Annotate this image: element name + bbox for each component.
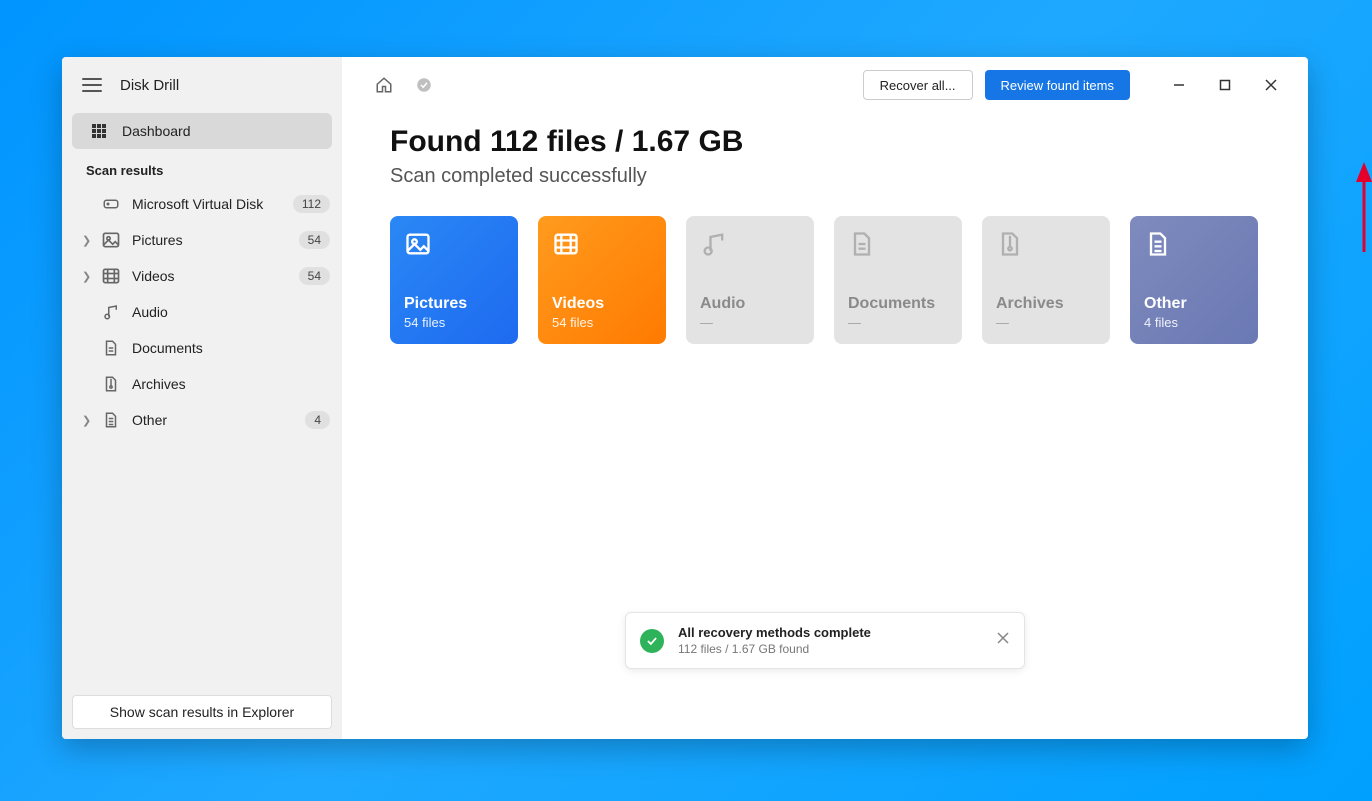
review-found-items-button[interactable]: Review found items (985, 70, 1130, 100)
chevron-right-icon: ❯ (82, 270, 94, 283)
tile-audio[interactable]: Audio — (686, 216, 814, 344)
archive-icon (996, 230, 1096, 260)
count-badge: 112 (293, 195, 330, 213)
sidebar-item-archive[interactable]: Archives (62, 366, 342, 402)
tile-subtitle: — (848, 315, 948, 330)
count-badge: 4 (305, 411, 330, 429)
tile-subtitle: 4 files (1144, 315, 1244, 330)
close-button[interactable] (1248, 70, 1294, 100)
success-check-icon (640, 629, 664, 653)
document-icon (100, 339, 122, 357)
main-area: Recover all... Review found items Found … (342, 57, 1308, 739)
tile-title: Pictures (404, 295, 504, 313)
scan-results-list: Microsoft Virtual Disk112❯Pictures54❯Vid… (62, 186, 342, 438)
annotation-arrow (1352, 162, 1372, 262)
tile-subtitle: — (996, 315, 1096, 330)
count-badge: 54 (299, 231, 330, 249)
toolbar: Recover all... Review found items (342, 57, 1308, 113)
show-in-explorer-button[interactable]: Show scan results in Explorer (72, 695, 332, 729)
home-icon[interactable] (370, 71, 398, 99)
sidebar-section-label: Scan results (62, 149, 342, 186)
minimize-button[interactable] (1156, 70, 1202, 100)
recover-all-button[interactable]: Recover all... (863, 70, 973, 100)
toast-notification: All recovery methods complete 112 files … (625, 612, 1025, 669)
tile-subtitle: 54 files (404, 315, 504, 330)
other-icon (100, 411, 122, 429)
other-icon (1144, 230, 1244, 260)
archive-icon (100, 375, 122, 393)
tile-picture[interactable]: Pictures 54 files (390, 216, 518, 344)
picture-icon (404, 230, 504, 260)
window-controls (1156, 70, 1294, 100)
tile-archive[interactable]: Archives — (982, 216, 1110, 344)
picture-icon (100, 230, 122, 250)
app-title: Disk Drill (120, 77, 179, 94)
count-badge: 54 (299, 267, 330, 285)
tile-title: Archives (996, 295, 1096, 313)
sidebar-item-label: Documents (132, 340, 330, 356)
sidebar-header: Disk Drill (62, 57, 342, 113)
sidebar-item-video[interactable]: ❯ Videos54 (62, 258, 342, 294)
category-tiles: Pictures54 filesVideos54 filesAudio—Docu… (390, 216, 1260, 344)
headline: Found 112 files / 1.67 GB (390, 125, 1260, 159)
sidebar-item-label: Audio (132, 304, 330, 320)
nav-dashboard[interactable]: Dashboard (72, 113, 332, 149)
maximize-button[interactable] (1202, 70, 1248, 100)
tile-title: Other (1144, 295, 1244, 313)
tile-title: Videos (552, 295, 652, 313)
tile-subtitle: — (700, 315, 800, 330)
sidebar: Disk Drill Dashboard Scan results Micros… (62, 57, 342, 739)
document-icon (848, 230, 948, 260)
sidebar-item-other[interactable]: ❯ Other4 (62, 402, 342, 438)
tile-title: Documents (848, 295, 948, 313)
toast-body: All recovery methods complete 112 files … (678, 625, 982, 656)
audio-icon (700, 230, 800, 260)
sidebar-item-picture[interactable]: ❯ Pictures54 (62, 222, 342, 258)
sidebar-item-disk[interactable]: Microsoft Virtual Disk112 (62, 186, 342, 222)
subline: Scan completed successfully (390, 165, 1260, 188)
grid-icon (88, 123, 110, 139)
toast-title: All recovery methods complete (678, 625, 982, 640)
content: Found 112 files / 1.67 GB Scan completed… (342, 113, 1308, 356)
toast-close-icon[interactable] (996, 631, 1010, 650)
chevron-right-icon: ❯ (82, 414, 94, 427)
disk-icon (100, 195, 122, 213)
video-icon (552, 230, 652, 260)
sidebar-item-label: Pictures (132, 232, 299, 248)
sidebar-item-label: Videos (132, 268, 299, 284)
tile-subtitle: 54 files (552, 315, 652, 330)
sidebar-item-document[interactable]: Documents (62, 330, 342, 366)
app-window: Disk Drill Dashboard Scan results Micros… (62, 57, 1308, 739)
sidebar-item-label: Other (132, 412, 305, 428)
tile-title: Audio (700, 295, 800, 313)
sidebar-footer: Show scan results in Explorer (62, 685, 342, 739)
nav-dashboard-label: Dashboard (122, 123, 191, 139)
check-badge-icon[interactable] (410, 71, 438, 99)
sidebar-item-label: Archives (132, 376, 330, 392)
toast-subtitle: 112 files / 1.67 GB found (678, 642, 982, 656)
video-icon (100, 266, 122, 286)
sidebar-item-label: Microsoft Virtual Disk (132, 196, 293, 212)
tile-video[interactable]: Videos 54 files (538, 216, 666, 344)
audio-icon (100, 303, 122, 321)
sidebar-item-audio[interactable]: Audio (62, 294, 342, 330)
tile-document[interactable]: Documents — (834, 216, 962, 344)
tile-other[interactable]: Other 4 files (1130, 216, 1258, 344)
chevron-right-icon: ❯ (82, 234, 94, 247)
menu-icon[interactable] (82, 78, 102, 92)
